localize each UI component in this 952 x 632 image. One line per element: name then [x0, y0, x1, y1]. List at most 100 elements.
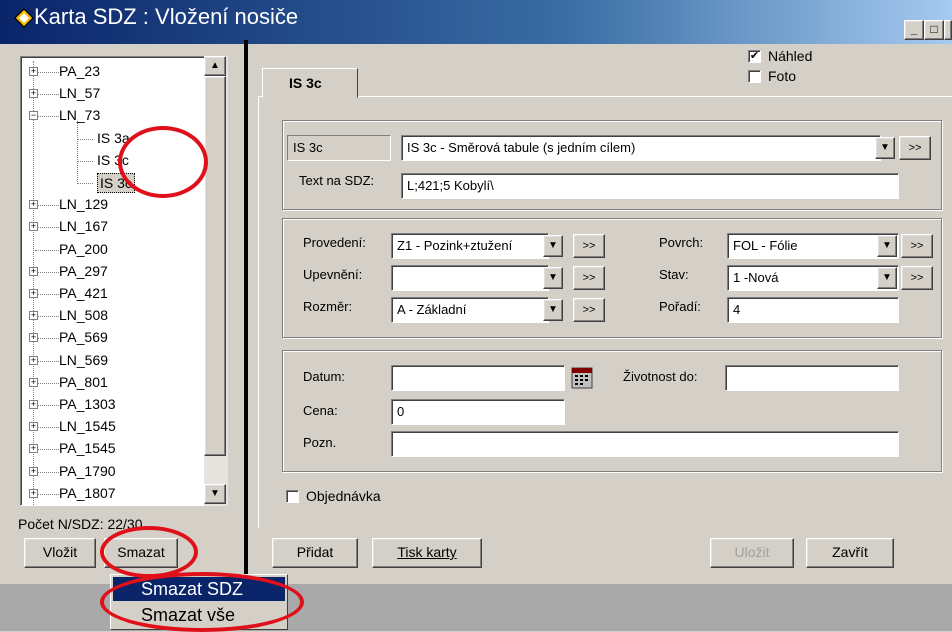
stav-select[interactable]: 1 -Nová	[727, 265, 899, 291]
tree-connector	[35, 382, 59, 384]
stav-label: Stav:	[659, 267, 689, 282]
dates-group: Datum: Životnost do: Cena: 0 Pozn.	[282, 350, 942, 472]
tree-connector	[35, 205, 59, 207]
nahled-checkbox[interactable]: ✔	[748, 50, 761, 63]
tree-item-label: PA_297	[59, 262, 108, 279]
tree-expand-icon[interactable]: +	[29, 67, 38, 76]
chevron-down-icon[interactable]: ▼	[543, 235, 563, 257]
tree-connector	[77, 160, 93, 162]
app-diamond-icon	[14, 8, 34, 28]
tree-expand-icon[interactable]: +	[29, 444, 38, 454]
zivotnost-label: Životnost do:	[623, 369, 698, 384]
tree-expand-icon[interactable]: +	[29, 377, 38, 387]
maximize-button[interactable]: □	[924, 20, 944, 40]
tree-item-label: LN_129	[59, 196, 109, 213]
tree-connector	[35, 116, 59, 118]
tree-expand-icon[interactable]: +	[29, 488, 38, 498]
pozn-input[interactable]	[391, 431, 899, 457]
upevneni-more-button[interactable]: >>	[573, 266, 605, 290]
calendar-icon[interactable]	[571, 367, 593, 389]
close-button[interactable]	[944, 20, 952, 40]
tree-item-label: PA_1545	[59, 440, 116, 457]
tree-item-label: PA_1790	[59, 462, 116, 479]
chevron-down-icon[interactable]: ▼	[875, 137, 895, 159]
tab-is3c[interactable]: IS 3c	[262, 68, 358, 98]
tree-connector	[35, 316, 59, 318]
poradi-label: Pořadí:	[659, 299, 701, 314]
foto-label: Foto	[768, 68, 797, 84]
tree-connector	[35, 471, 59, 473]
save-button[interactable]: Uložit	[710, 538, 794, 568]
objednavka-label: Objednávka	[306, 488, 381, 504]
print-card-button[interactable]: Tisk karty	[372, 538, 482, 568]
povrch-more-button[interactable]: >>	[901, 234, 933, 258]
tree-item-label: PA_569	[59, 329, 108, 346]
tree-expand-icon[interactable]: +	[29, 422, 38, 432]
tree-expand-icon[interactable]: +	[29, 89, 38, 99]
objednavka-checkbox[interactable]	[286, 490, 299, 503]
scroll-up-arrow-icon[interactable]: ▲	[204, 56, 226, 76]
foto-checkbox[interactable]	[748, 70, 761, 83]
chevron-down-icon[interactable]: ▼	[877, 235, 897, 257]
minimize-button[interactable]: _	[904, 20, 924, 40]
tree-expand-icon[interactable]: +	[29, 222, 38, 232]
window-title: Karta SDZ : Vložení nosiče	[34, 4, 299, 29]
tree-item-label: LN_73	[59, 107, 101, 124]
tree-connector	[35, 360, 59, 362]
text-na-sdz-input[interactable]: L;421;5 Kobylí\	[401, 173, 899, 199]
tree-expand-icon[interactable]: +	[29, 466, 38, 476]
panel-divider[interactable]	[244, 40, 248, 600]
chevron-down-icon[interactable]: ▼	[543, 267, 563, 289]
cena-input[interactable]: 0	[391, 399, 565, 425]
scrollbar-thumb[interactable]	[204, 76, 226, 456]
tree-item-label: PA_421	[59, 285, 108, 301]
tree-connector	[35, 427, 59, 429]
rozmer-more-button[interactable]: >>	[573, 298, 605, 322]
poradi-input[interactable]: 4	[727, 297, 899, 323]
povrch-label: Povrch:	[659, 235, 704, 250]
insert-button[interactable]: Vložit	[24, 538, 96, 568]
tree-expand-icon[interactable]: +	[29, 400, 38, 409]
tree-expand-icon[interactable]: +	[29, 355, 38, 365]
sign-code-field: IS 3c	[287, 135, 391, 161]
scroll-down-arrow-icon[interactable]: ▼	[204, 484, 226, 504]
tree-item-label: PA_1808	[59, 505, 116, 506]
nahled-label: Náhled	[768, 48, 813, 64]
povrch-select[interactable]: FOL - Fólie	[727, 233, 899, 259]
title-bar[interactable]: Karta SDZ : Vložení nosiče _ □	[0, 0, 952, 44]
tree-expand-icon[interactable]: +	[29, 289, 38, 298]
tree-expand-icon[interactable]: +	[29, 333, 38, 343]
cena-label: Cena:	[303, 403, 338, 418]
tree-expand-icon[interactable]: +	[29, 200, 38, 210]
tree-expand-icon[interactable]: +	[29, 311, 38, 321]
rozmer-select[interactable]: A - Základní	[391, 297, 549, 323]
upevneni-select[interactable]	[391, 265, 549, 291]
datum-input[interactable]	[391, 365, 565, 391]
annotation-circle-tree	[118, 126, 208, 198]
provedeni-select[interactable]: Z1 - Pozink+ztužení	[391, 233, 549, 259]
sign-type-select[interactable]: IS 3c - Směrová tabule (s jedním cílem)	[401, 135, 881, 161]
chevron-down-icon[interactable]: ▼	[543, 299, 563, 321]
chevron-down-icon[interactable]: ▼	[877, 267, 897, 289]
tree-connector	[35, 227, 59, 229]
text-na-sdz-label: Text na SDZ:	[299, 173, 375, 188]
close-dialog-button[interactable]: Zavřít	[806, 538, 894, 568]
stav-more-button[interactable]: >>	[901, 266, 933, 290]
tree-item-label: LN_167	[59, 218, 109, 235]
tree-connector	[35, 249, 59, 251]
zivotnost-input[interactable]	[725, 365, 899, 391]
tree-item-label: PA_23	[59, 63, 100, 79]
upevneni-label: Upevnění:	[303, 267, 363, 282]
annotation-circle-menu	[100, 572, 304, 632]
provedeni-label: Provedení:	[303, 235, 366, 250]
add-button[interactable]: Přidat	[272, 538, 358, 568]
sign-group: IS 3c IS 3c - Směrová tabule (s jedním c…	[282, 120, 942, 210]
tree-expand-icon[interactable]: +	[29, 266, 38, 276]
tree-view[interactable]: + PA_23 + LN_57− LN_73 IS 3a IS 3c IS 3c + LN_129…	[20, 56, 228, 506]
provedeni-more-button[interactable]: >>	[573, 234, 605, 258]
tree-item-label: LN_508	[59, 307, 109, 324]
tree-collapse-icon[interactable]: −	[29, 111, 38, 121]
tree-scrollbar[interactable]: ▲ ▼	[204, 56, 228, 506]
sign-more-button[interactable]: >>	[899, 136, 931, 160]
tree-connector	[35, 94, 59, 96]
